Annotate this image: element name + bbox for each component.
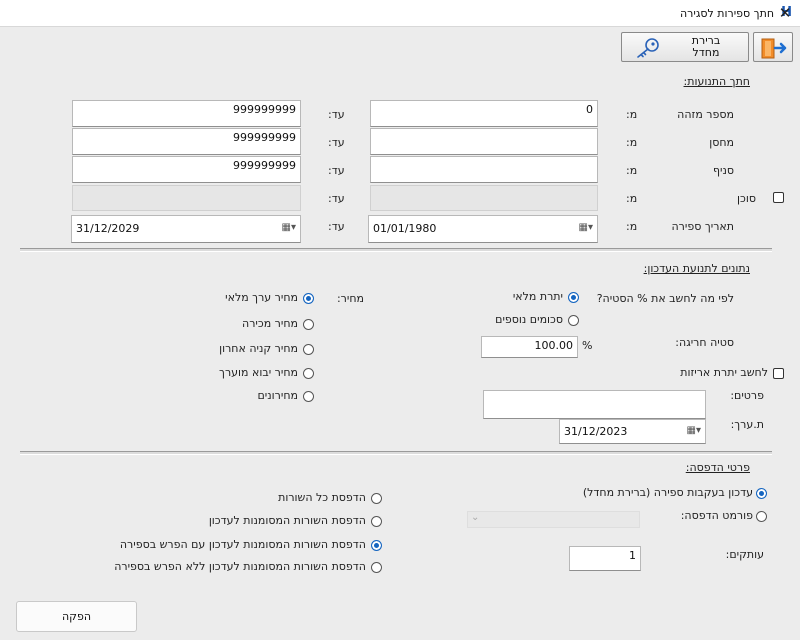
price-sale-label: מחיר מכירה	[242, 317, 298, 330]
exit-door-icon	[761, 38, 787, 59]
to-label: עד:	[328, 192, 345, 205]
update-section-title: נתונים לתנועת העדכון:	[643, 262, 750, 275]
from-label: מ:	[626, 192, 638, 205]
to-label: עד:	[328, 220, 345, 233]
value-date-field[interactable]: 31/12/2023 ▦▾	[559, 419, 706, 444]
details-label: פרטים:	[730, 389, 764, 402]
calendar-icon[interactable]: ▦▾	[282, 222, 296, 233]
count-date-label: תאריך ספירה	[671, 220, 734, 233]
agent-checkbox[interactable]	[773, 192, 784, 203]
value-date-label: ת.ערך:	[730, 418, 764, 431]
divider	[20, 248, 772, 252]
print-format-label: פורמט הדפסה:	[680, 509, 753, 522]
radio-extra-sums[interactable]	[568, 315, 579, 326]
close-button[interactable]: ✕	[776, 4, 794, 22]
default-query-label: ברירת מחדל	[676, 35, 736, 59]
count-date-to-field[interactable]: 31/12/2029 ▦▾	[71, 215, 301, 243]
branch-label: סניף	[712, 164, 734, 177]
count-date-to-value: 31/12/2029	[76, 222, 140, 235]
details-field[interactable]	[483, 390, 706, 419]
copies-field[interactable]: 1	[569, 546, 641, 571]
from-label: מ:	[626, 164, 638, 177]
window-title: חתך ספירות לסגירה	[680, 7, 774, 20]
agent-label: סוכן	[737, 192, 756, 205]
default-query-label-line2: מחדל	[692, 46, 720, 59]
id-to-field[interactable]: 999999999	[72, 100, 301, 127]
update-after-count-label: עדכון בעקבות ספירה (ברירת מחדל)	[582, 486, 753, 499]
radio-print-marked-with-diff[interactable]	[371, 540, 382, 551]
value-date-value: 31/12/2023	[564, 425, 628, 438]
percent-question-label: לפי מה לחשב את % הסטיה?	[596, 292, 734, 305]
calendar-icon[interactable]: ▦▾	[579, 222, 593, 233]
key-icon	[637, 38, 659, 58]
deviation-field[interactable]: 100.00	[481, 336, 578, 358]
radio-stock-balance[interactable]	[568, 292, 579, 303]
pack-balance-label: לחשב יתרת אריזות	[680, 366, 768, 379]
items-section-title: חתך התנועות:	[683, 75, 750, 88]
chevron-down-icon: ⌄	[471, 512, 480, 523]
title-bar: H חתך ספירות לסגירה ✕	[0, 0, 800, 27]
divider	[20, 451, 772, 455]
print-section-title: פרטי הדפסה:	[685, 461, 750, 474]
pack-balance-checkbox[interactable]	[773, 368, 784, 379]
to-label: עד:	[328, 164, 345, 177]
print-marked-with-diff-label: הדפסת השורות המסומנות לעדכון עם הפרש בספ…	[119, 538, 366, 551]
price-import-estimate-label: מחיר יבוא מוערך	[219, 366, 298, 379]
print-marked-rows-label: הדפסת השורות המסומנות לעדכון	[208, 514, 366, 527]
agent-to-field	[72, 185, 301, 211]
id-label: מספר מזהה	[677, 108, 734, 121]
price-last-purchase-label: מחיר קניה אחרון	[219, 342, 298, 355]
calendar-icon[interactable]: ▦▾	[687, 425, 701, 436]
warehouse-label: מחסן	[709, 136, 734, 149]
radio-price-sale[interactable]	[303, 319, 314, 330]
radio-update-after-count[interactable]	[756, 488, 767, 499]
deviation-label: סטיה חריגה:	[675, 336, 734, 349]
price-lists-label: מחירונים	[257, 389, 299, 402]
agent-from-field	[370, 185, 598, 211]
price-stock-value-label: מחיר ערך מלאי	[225, 291, 298, 304]
produce-button[interactable]: הפקה	[16, 601, 137, 632]
warehouse-from-field[interactable]	[370, 128, 598, 155]
radio-price-last-purchase[interactable]	[303, 344, 314, 355]
radio-print-all-rows[interactable]	[371, 493, 382, 504]
from-label: מ:	[626, 108, 638, 121]
radio-price-stock-value[interactable]	[303, 293, 314, 304]
extra-sums-label: סכומים נוספים	[495, 313, 563, 326]
to-label: עד:	[328, 108, 345, 121]
from-label: מ:	[626, 220, 638, 233]
price-label: מחיר:	[336, 292, 364, 305]
print-marked-without-diff-label: הדפסת השורות המסומנות לעדכון ללא הפרש בס…	[114, 560, 366, 573]
to-label: עד:	[328, 136, 345, 149]
radio-price-lists[interactable]	[303, 391, 314, 402]
branch-to-field[interactable]: 999999999	[72, 156, 301, 183]
radio-print-marked-without-diff[interactable]	[371, 562, 382, 573]
stock-balance-label: יתרת מלאי	[512, 290, 563, 303]
copies-label: עותקים:	[725, 548, 764, 561]
exit-button[interactable]	[753, 32, 793, 62]
percent-sign: %	[582, 339, 593, 352]
radio-print-format[interactable]	[756, 511, 767, 522]
warehouse-to-field[interactable]: 999999999	[72, 128, 301, 155]
from-label: מ:	[626, 136, 638, 149]
branch-from-field[interactable]	[370, 156, 598, 183]
count-date-from-value: 01/01/1980	[373, 222, 437, 235]
default-query-button[interactable]: ברירת מחדל	[621, 32, 749, 62]
radio-price-import-estimate[interactable]	[303, 368, 314, 379]
count-date-from-field[interactable]: 01/01/1980 ▦▾	[368, 215, 598, 243]
radio-print-marked-rows[interactable]	[371, 516, 382, 527]
print-all-rows-label: הדפסת כל השורות	[278, 491, 366, 504]
id-from-field[interactable]: 0	[370, 100, 598, 127]
print-format-select	[467, 511, 640, 528]
